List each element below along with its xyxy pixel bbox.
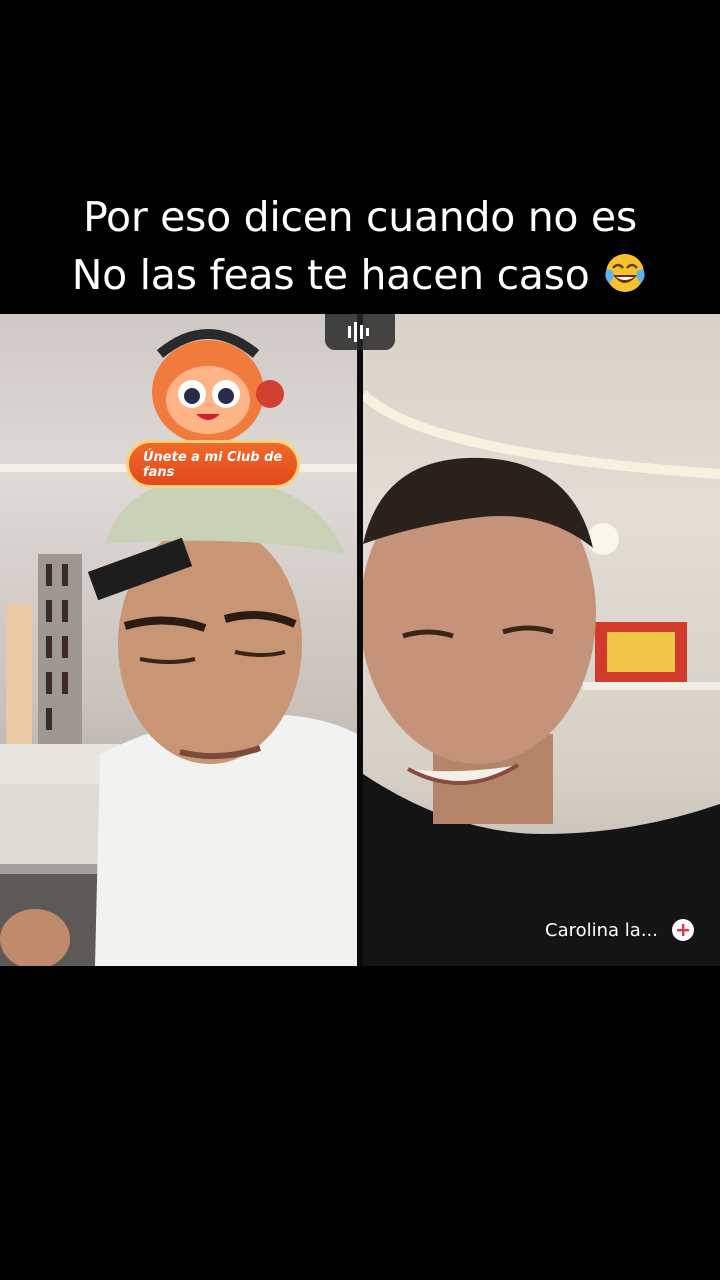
guest-name-label: Carolina la...: [545, 919, 658, 941]
audio-waveform-icon[interactable]: [325, 314, 395, 350]
caption-line-2-text: No las feas te hacen caso: [71, 251, 590, 299]
left-host-video[interactable]: Únete a mi Club de fans: [0, 314, 357, 966]
caption-line-2: No las feas te hacen caso: [0, 246, 720, 304]
caption: Por eso dicen cuando no es No las feas t…: [0, 188, 720, 304]
right-guest-video[interactable]: Carolina la...: [363, 314, 720, 966]
face-with-tears-of-joy-icon: [602, 251, 648, 295]
fan-club-badge[interactable]: Únete a mi Club de fans: [126, 440, 300, 488]
plus-circle-icon[interactable]: [672, 919, 694, 941]
guest-name-tag[interactable]: Carolina la...: [545, 919, 694, 941]
live-battle-stage: Únete a mi Club de fans Carolina la...: [0, 314, 720, 966]
fan-club-badge-label: Únete a mi Club de fans: [143, 450, 283, 480]
caption-line-1: Por eso dicen cuando no es: [83, 193, 637, 241]
